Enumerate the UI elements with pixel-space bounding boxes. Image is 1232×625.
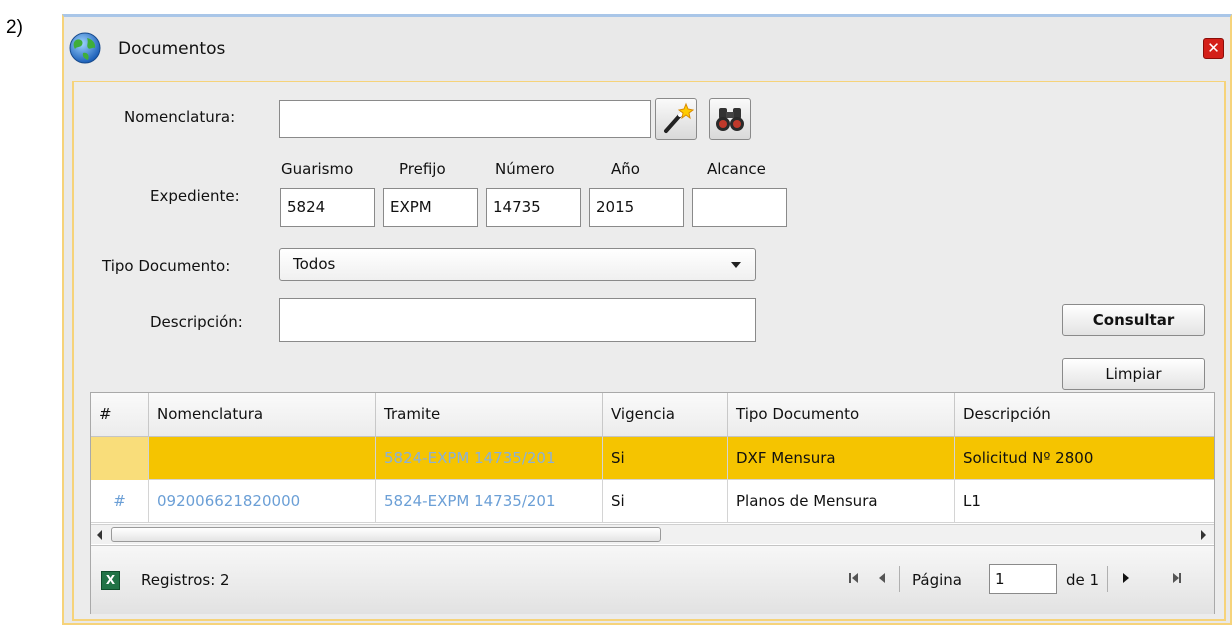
numero-input[interactable]: 14735 <box>486 188 581 227</box>
page-number-input[interactable]: 1 <box>989 564 1057 594</box>
row-descripcion: L1 <box>963 492 981 510</box>
tipo-documento-select[interactable]: Todos <box>279 248 756 281</box>
row-descripcion: Solicitud Nº 2800 <box>963 449 1094 467</box>
row-tipo: Planos de Mensura <box>728 480 955 523</box>
excel-export-icon[interactable]: X <box>101 571 120 590</box>
horizontal-scrollbar[interactable] <box>91 524 1214 544</box>
search-binoculars-button[interactable] <box>709 98 751 140</box>
row-tramite[interactable]: 5824-EXPM 14735/201 <box>376 480 603 523</box>
descripcion-input[interactable] <box>279 298 756 342</box>
col-vigencia[interactable]: Vigencia <box>603 393 728 437</box>
guarismo-header: Guarismo <box>281 160 354 178</box>
scrollbar-thumb[interactable] <box>111 527 661 542</box>
alcance-input[interactable] <box>692 188 787 227</box>
first-page-arrow-icon[interactable] <box>852 573 858 583</box>
col-hash[interactable]: # <box>91 393 149 437</box>
tipo-documento-value: Todos <box>293 255 336 273</box>
pagina-label: Página <box>912 571 962 589</box>
chevron-down-icon <box>731 262 741 268</box>
col-tramite[interactable]: Tramite <box>376 393 603 437</box>
alcance-header: Alcance <box>707 160 766 178</box>
limpiar-button[interactable]: Limpiar <box>1062 358 1205 390</box>
pager-divider <box>899 566 900 592</box>
step-label: 2) <box>6 17 23 38</box>
next-page-icon[interactable] <box>1123 573 1129 583</box>
row-tipo: DXF Mensura <box>728 437 955 480</box>
total-pages-label: de 1 <box>1066 571 1100 589</box>
last-page-icon[interactable] <box>1179 573 1181 583</box>
grid-footer: X Registros: 2 Página 1 de 1 <box>91 545 1214 614</box>
numero-header: Número <box>495 160 555 178</box>
results-grid: # Nomenclatura Tramite Vigencia Tipo Doc… <box>90 392 1215 614</box>
binoculars-icon <box>716 108 744 131</box>
col-nomenclatura[interactable]: Nomenclatura <box>149 393 376 437</box>
prefijo-input[interactable]: EXPM <box>383 188 478 227</box>
search-panel: Nomenclatura: Guarismo Prefijo Número Añ… <box>72 81 1226 621</box>
anio-input[interactable]: 2015 <box>589 188 684 227</box>
prev-page-icon[interactable] <box>879 573 885 583</box>
documentos-window: Documentos ✕ Nomenclatura: Guarismo Pref… <box>62 14 1232 625</box>
grid-header: # Nomenclatura Tramite Vigencia Tipo Doc… <box>91 393 1214 437</box>
scroll-left-icon[interactable] <box>97 530 102 540</box>
guarismo-input[interactable]: 5824 <box>280 188 375 227</box>
col-descripcion[interactable]: Descripción <box>955 393 1215 437</box>
row-vigencia: Si <box>603 437 728 480</box>
row-tramite[interactable]: 5824-EXPM 14735/201 <box>376 437 603 480</box>
registros-count: Registros: 2 <box>141 571 230 589</box>
pager-divider <box>1107 566 1108 592</box>
tipo-documento-label: Tipo Documento: <box>102 257 231 275</box>
prefijo-header: Prefijo <box>399 160 446 178</box>
title-bar: Documentos ✕ <box>64 17 1230 83</box>
globe-icon <box>69 32 101 64</box>
descripcion-label: Descripción: <box>150 313 243 331</box>
magic-wand-button[interactable] <box>655 98 697 140</box>
scroll-right-icon[interactable] <box>1201 530 1206 540</box>
first-page-icon[interactable] <box>849 573 851 583</box>
table-row[interactable]: # 092006621820000 5824-EXPM 14735/201 Si… <box>91 480 1214 523</box>
row-nomenclatura[interactable]: 092006621820000 <box>149 480 376 523</box>
expediente-label: Expediente: <box>150 187 240 205</box>
anio-header: Año <box>611 160 640 178</box>
magic-wand-icon <box>664 102 695 133</box>
close-icon[interactable]: ✕ <box>1203 38 1224 59</box>
col-tipo-documento[interactable]: Tipo Documento <box>728 393 955 437</box>
row-hash[interactable]: # <box>91 480 149 523</box>
row-hash <box>91 437 149 480</box>
row-vigencia: Si <box>603 480 728 523</box>
window-title: Documentos <box>118 39 226 59</box>
consultar-button[interactable]: Consultar <box>1062 304 1205 336</box>
table-row[interactable]: 5824-EXPM 14735/201 Si DXF Mensura Solic… <box>91 437 1214 480</box>
nomenclatura-input[interactable] <box>279 100 651 138</box>
row-nomenclatura[interactable] <box>149 437 376 480</box>
nomenclatura-label: Nomenclatura: <box>124 108 236 126</box>
